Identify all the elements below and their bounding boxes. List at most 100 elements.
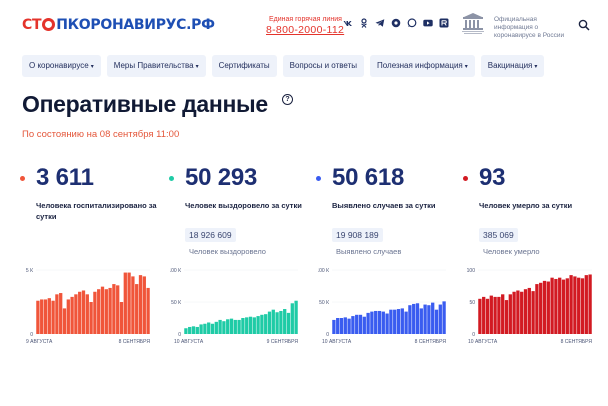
help-icon[interactable]: ? bbox=[282, 94, 293, 105]
chart-bar[interactable] bbox=[539, 282, 543, 334]
chart-bar[interactable] bbox=[51, 300, 55, 334]
chart-bar[interactable] bbox=[351, 316, 355, 334]
chart-bar[interactable] bbox=[527, 287, 531, 334]
chart-bar[interactable] bbox=[347, 318, 351, 334]
chart-bar[interactable] bbox=[214, 321, 218, 334]
rutube-icon[interactable] bbox=[439, 18, 449, 28]
chart-hospitalized[interactable]: 0 5 К 9 АВГУСТА 8 СЕНТЯБРЯ bbox=[22, 266, 154, 348]
telegram-icon[interactable] bbox=[375, 18, 385, 28]
chart-bar[interactable] bbox=[245, 317, 249, 334]
chart-bar[interactable] bbox=[339, 318, 344, 334]
chart-bar[interactable] bbox=[78, 291, 82, 334]
chart-bar[interactable] bbox=[275, 312, 279, 334]
chart-bar[interactable] bbox=[355, 314, 359, 334]
chart-bar[interactable] bbox=[404, 311, 408, 334]
chart-bar[interactable] bbox=[85, 294, 89, 334]
chart-bar[interactable] bbox=[279, 310, 283, 334]
youtube-icon[interactable] bbox=[423, 18, 433, 28]
chart-bar[interactable] bbox=[531, 291, 535, 334]
chart-bar[interactable] bbox=[93, 291, 97, 334]
chart-bar[interactable] bbox=[138, 275, 143, 334]
chart-bar[interactable] bbox=[112, 284, 116, 334]
vk-icon[interactable] bbox=[343, 18, 353, 28]
chart-bar[interactable] bbox=[565, 278, 569, 334]
chart-bar[interactable] bbox=[336, 318, 340, 334]
chart-bar[interactable] bbox=[59, 293, 63, 334]
chart-bar[interactable] bbox=[554, 278, 558, 334]
chart-bar[interactable] bbox=[427, 305, 431, 334]
chart-bar[interactable] bbox=[520, 291, 524, 334]
chart-bar[interactable] bbox=[131, 276, 135, 334]
site-logo[interactable]: СТ ПКОРОНАВИРУС.РФ bbox=[22, 16, 215, 33]
chart-bar[interactable] bbox=[512, 291, 516, 334]
chart-bar[interactable] bbox=[222, 321, 226, 334]
chart-bar[interactable] bbox=[119, 302, 124, 334]
whatsapp-icon[interactable] bbox=[407, 18, 417, 28]
chart-bar[interactable] bbox=[550, 277, 554, 334]
search-icon[interactable] bbox=[578, 19, 590, 31]
chart-bar[interactable] bbox=[389, 309, 393, 334]
chart-bar[interactable] bbox=[104, 289, 108, 334]
chart-bar[interactable] bbox=[237, 319, 241, 334]
chart-bar[interactable] bbox=[127, 272, 131, 334]
chart-bar[interactable] bbox=[381, 311, 385, 334]
chart-bar[interactable] bbox=[419, 308, 423, 334]
chart-bar[interactable] bbox=[385, 313, 389, 334]
chart-bar[interactable] bbox=[434, 309, 439, 334]
chart-bar[interactable] bbox=[43, 299, 48, 334]
chart-bar[interactable] bbox=[123, 272, 127, 334]
chart-bar[interactable] bbox=[207, 322, 211, 334]
chart-bar[interactable] bbox=[100, 286, 105, 334]
chart-bar[interactable] bbox=[36, 300, 40, 334]
chart-bar[interactable] bbox=[366, 312, 370, 334]
chart-bar[interactable] bbox=[210, 323, 215, 334]
chart-bar[interactable] bbox=[142, 276, 146, 334]
chart-bar[interactable] bbox=[146, 287, 150, 334]
chart-bar[interactable] bbox=[501, 294, 505, 334]
chart-bar[interactable] bbox=[248, 316, 253, 334]
nav-item-vaccination[interactable]: Вакцинация ▾ bbox=[480, 55, 545, 77]
chart-bar[interactable] bbox=[184, 328, 188, 334]
nav-item-government-measures[interactable]: Меры Правительства ▾ bbox=[106, 55, 206, 77]
hotline-number-link[interactable]: 8-800-2000-112 bbox=[266, 24, 344, 36]
chart-bar[interactable] bbox=[362, 316, 366, 334]
chart-bar[interactable] bbox=[191, 326, 196, 334]
chart-bar[interactable] bbox=[561, 279, 566, 334]
chart-bar[interactable] bbox=[271, 309, 275, 334]
chart-bar[interactable] bbox=[55, 294, 59, 334]
chart-bar[interactable] bbox=[396, 309, 401, 334]
chart-bar[interactable] bbox=[229, 318, 234, 334]
chart-bar[interactable] bbox=[577, 277, 581, 334]
chart-bar[interactable] bbox=[415, 303, 420, 334]
chart-bar[interactable] bbox=[203, 323, 207, 334]
chart-bar[interactable] bbox=[332, 319, 336, 334]
chart-bar[interactable] bbox=[546, 281, 550, 334]
chart-bar[interactable] bbox=[508, 294, 512, 334]
chart-recovered[interactable]: 0 50 К 100 К 10 АВГУСТА 9 СЕНТЯБРЯ bbox=[170, 266, 302, 348]
nav-item-useful-info[interactable]: Полезная информация ▾ bbox=[370, 55, 475, 77]
nav-item-about-coronavirus[interactable]: О коронавирусе ▾ bbox=[22, 55, 101, 77]
chart-bar[interactable] bbox=[233, 319, 237, 334]
chart-bar[interactable] bbox=[290, 303, 294, 334]
chart-bar[interactable] bbox=[588, 274, 592, 334]
chart-bar[interactable] bbox=[226, 319, 230, 334]
chart-bar[interactable] bbox=[97, 289, 101, 334]
chart-infected[interactable]: 0 50 К 100 К 10 АВГУСТА 8 СЕНТЯБРЯ bbox=[318, 266, 450, 348]
chart-bar[interactable] bbox=[442, 301, 446, 334]
chart-bar[interactable] bbox=[256, 316, 260, 334]
chart-bar[interactable] bbox=[516, 290, 520, 334]
chart-bar[interactable] bbox=[400, 308, 404, 334]
chart-bar[interactable] bbox=[70, 296, 74, 334]
chart-bar[interactable] bbox=[188, 326, 192, 334]
chart-bar[interactable] bbox=[542, 280, 547, 334]
chart-bar[interactable] bbox=[89, 302, 93, 334]
chart-died[interactable]: 0 50 100 10 АВГУСТА 8 СЕНТЯБРЯ bbox=[464, 266, 596, 348]
chart-bar[interactable] bbox=[377, 310, 382, 334]
chart-bar[interactable] bbox=[116, 285, 120, 334]
chart-bar[interactable] bbox=[504, 300, 509, 334]
chart-bar[interactable] bbox=[482, 296, 486, 334]
chart-bar[interactable] bbox=[573, 276, 577, 334]
chart-bar[interactable] bbox=[343, 317, 347, 334]
chart-bar[interactable] bbox=[358, 314, 363, 334]
chart-bar[interactable] bbox=[267, 311, 272, 334]
